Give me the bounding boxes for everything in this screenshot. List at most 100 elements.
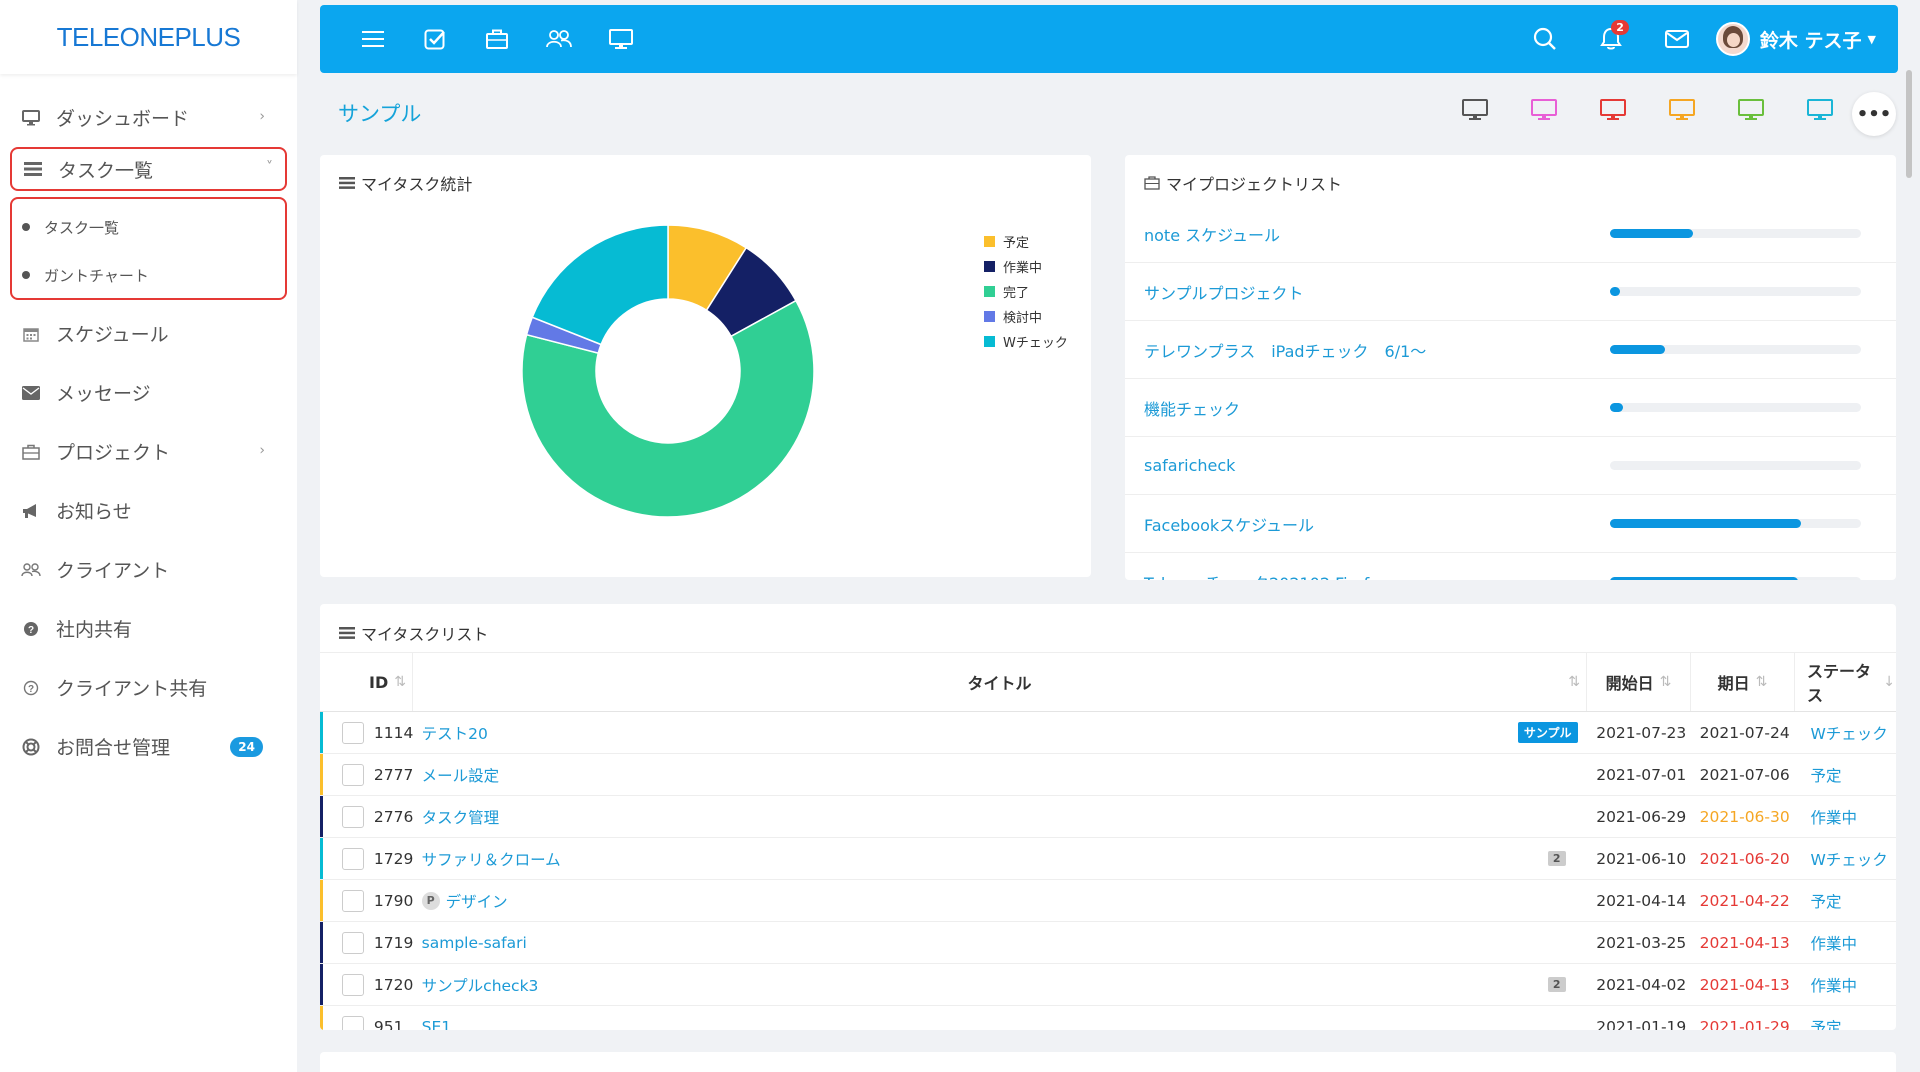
project-name-link[interactable]: テレワンプラス iPadチェック 6/1〜 (1144, 338, 1426, 362)
row-checkbox[interactable] (342, 1015, 364, 1030)
table-row[interactable]: 1720 サンプルcheck3 2 2021-04-02 2021-04-13 作… (320, 964, 1896, 1006)
task-title-link[interactable]: サンプルcheck3 (422, 974, 539, 996)
column-header-id[interactable]: ID ⇅ (320, 653, 413, 711)
task-title-link[interactable]: テスト20 (422, 722, 488, 744)
briefcase-icon[interactable] (466, 5, 528, 73)
sidebar-item-inquiries[interactable]: お問合せ管理 24 (0, 717, 297, 776)
next-card (320, 1052, 1896, 1072)
row-checkbox[interactable] (342, 889, 364, 912)
project-tag-icon: P (421, 891, 440, 910)
task-status[interactable]: Wチェック (1796, 848, 1896, 870)
project-row[interactable]: note スケジュール (1125, 205, 1896, 263)
sidebar-item-internal-share[interactable]: ? 社内共有 (0, 599, 297, 658)
users-icon[interactable] (528, 5, 590, 73)
theme-monitor-icon[interactable] (1578, 96, 1647, 124)
table-row[interactable]: 1719 sample-safari 2021-03-25 2021-04-13… (320, 922, 1896, 964)
calendar-icon (20, 323, 42, 345)
row-checkbox[interactable] (342, 973, 364, 996)
search-icon[interactable] (1512, 5, 1578, 73)
sidebar-item-label: プロジェクト (56, 442, 171, 464)
submenu-label: タスク一覧 (44, 218, 120, 237)
column-header-status[interactable]: ステータス ↓ (1795, 653, 1895, 711)
check-square-icon[interactable] (404, 5, 466, 73)
mail-icon[interactable] (1644, 5, 1710, 73)
project-name-link[interactable]: Teleoneチェック202102 Firefox (1144, 570, 1388, 581)
row-checkbox[interactable] (342, 763, 364, 786)
column-header-due[interactable]: 期日 ⇅ (1691, 653, 1795, 711)
task-status[interactable]: 作業中 (1796, 974, 1896, 996)
project-row[interactable]: safaricheck (1125, 437, 1896, 495)
sidebar-item-announcements[interactable]: お知らせ (0, 481, 297, 540)
project-name-link[interactable]: Facebookスケジュール (1144, 512, 1314, 536)
task-status[interactable]: 予定 (1796, 1016, 1896, 1031)
column-label: ID (369, 672, 389, 692)
sidebar-item-projects[interactable]: プロジェクト › (0, 422, 297, 481)
task-title-link[interactable]: sample-safari (422, 934, 527, 952)
sidebar-item-client-share[interactable]: ? クライアント共有 (0, 658, 297, 717)
sidebar-item-clients[interactable]: クライアント (0, 540, 297, 599)
task-status[interactable]: 予定 (1796, 890, 1896, 912)
page-scrollbar[interactable] (1906, 70, 1912, 178)
project-name-link[interactable]: サンプルプロジェクト (1144, 280, 1304, 304)
sidebar-item-dashboard[interactable]: ダッシュボード › (0, 88, 297, 147)
row-checkbox[interactable] (342, 721, 364, 744)
task-status[interactable]: 作業中 (1796, 932, 1896, 954)
column-header-start[interactable]: 開始日 ⇅ (1587, 653, 1691, 711)
legend-item[interactable]: Wチェック (984, 329, 1068, 354)
caret-down-icon: ▼ (1867, 32, 1876, 46)
task-title-link[interactable]: SE1 (422, 1018, 452, 1031)
theme-monitor-icon[interactable] (1716, 96, 1785, 124)
project-name-link[interactable]: 機能チェック (1144, 396, 1240, 420)
sidebar-item-messages[interactable]: メッセージ (0, 363, 297, 422)
theme-monitor-icon[interactable] (1440, 96, 1509, 124)
status-stripe (320, 922, 323, 963)
task-title-link[interactable]: メール設定 (422, 764, 500, 786)
task-title-link[interactable]: タスク管理 (422, 806, 500, 828)
sidebar-item-schedule[interactable]: スケジュール (0, 304, 297, 363)
table-row[interactable]: 951 SE1 2021-01-19 2021-01-29 予定 (320, 1006, 1896, 1030)
app-logo[interactable]: TELEONEPLUS (0, 0, 297, 74)
task-title-link[interactable]: デザイン (446, 890, 508, 912)
project-row[interactable]: Teleoneチェック202102 Firefox (1125, 553, 1896, 580)
project-name-link[interactable]: note スケジュール (1144, 222, 1280, 246)
table-row[interactable]: 1729 サファリ＆クローム 2 2021-06-10 2021-06-20 Wチ… (320, 838, 1896, 880)
task-status[interactable]: 予定 (1796, 764, 1896, 786)
theme-monitor-icon[interactable] (1785, 96, 1854, 124)
submenu-item-task-list[interactable]: タスク一覧 (12, 203, 285, 251)
theme-monitor-icon[interactable] (1509, 96, 1578, 124)
row-checkbox[interactable] (342, 847, 364, 870)
project-progress-bar (1610, 461, 1861, 470)
project-row[interactable]: テレワンプラス iPadチェック 6/1〜 (1125, 321, 1896, 379)
table-row[interactable]: 1790 P デザイン 2021-04-14 2021-04-22 予定 (320, 880, 1896, 922)
row-checkbox[interactable] (342, 805, 364, 828)
row-checkbox[interactable] (342, 931, 364, 954)
legend-item[interactable]: 完了 (984, 279, 1068, 304)
project-row[interactable]: 機能チェック (1125, 379, 1896, 437)
table-row[interactable]: 2776 タスク管理 2021-06-29 2021-06-30 作業中 (320, 796, 1896, 838)
page-title: サンプル (338, 102, 422, 126)
sidebar-item-tasks[interactable]: タスク一覧 ˅ (10, 147, 287, 191)
theme-monitor-icon[interactable] (1647, 96, 1716, 124)
project-row[interactable]: Facebookスケジュール (1125, 495, 1896, 553)
user-menu[interactable]: 鈴木 テス子 ▼ (1710, 22, 1898, 56)
sort-down-icon: ↓ (1883, 674, 1895, 690)
table-row[interactable]: 1114 テスト20 サンプル 2021-07-23 2021-07-24 Wチェ… (320, 712, 1896, 754)
column-header-title[interactable]: タイトル ⇅ (413, 653, 1587, 711)
legend-item[interactable]: 予定 (984, 229, 1068, 254)
card-title: マイプロジェクトリスト (1144, 171, 1342, 195)
task-status[interactable]: 作業中 (1796, 806, 1896, 828)
task-title-link[interactable]: サファリ＆クローム (422, 848, 561, 870)
more-options-button[interactable]: ••• (1852, 92, 1896, 136)
table-row[interactable]: 2777 メール設定 2021-07-01 2021-07-06 予定 (320, 754, 1896, 796)
monitor-icon[interactable] (590, 5, 652, 73)
sidebar-item-label: メッセージ (56, 383, 151, 405)
menu-icon[interactable] (342, 5, 404, 73)
project-name-link[interactable]: safaricheck (1144, 456, 1235, 475)
sidebar-item-label: ダッシュボード (56, 108, 190, 130)
task-status[interactable]: Wチェック (1796, 722, 1896, 744)
legend-item[interactable]: 作業中 (984, 254, 1068, 279)
legend-item[interactable]: 検討中 (984, 304, 1068, 329)
notification-bell-icon[interactable]: 2 (1578, 5, 1644, 73)
submenu-item-gantt[interactable]: ガントチャート (12, 251, 285, 299)
project-row[interactable]: サンプルプロジェクト (1125, 263, 1896, 321)
